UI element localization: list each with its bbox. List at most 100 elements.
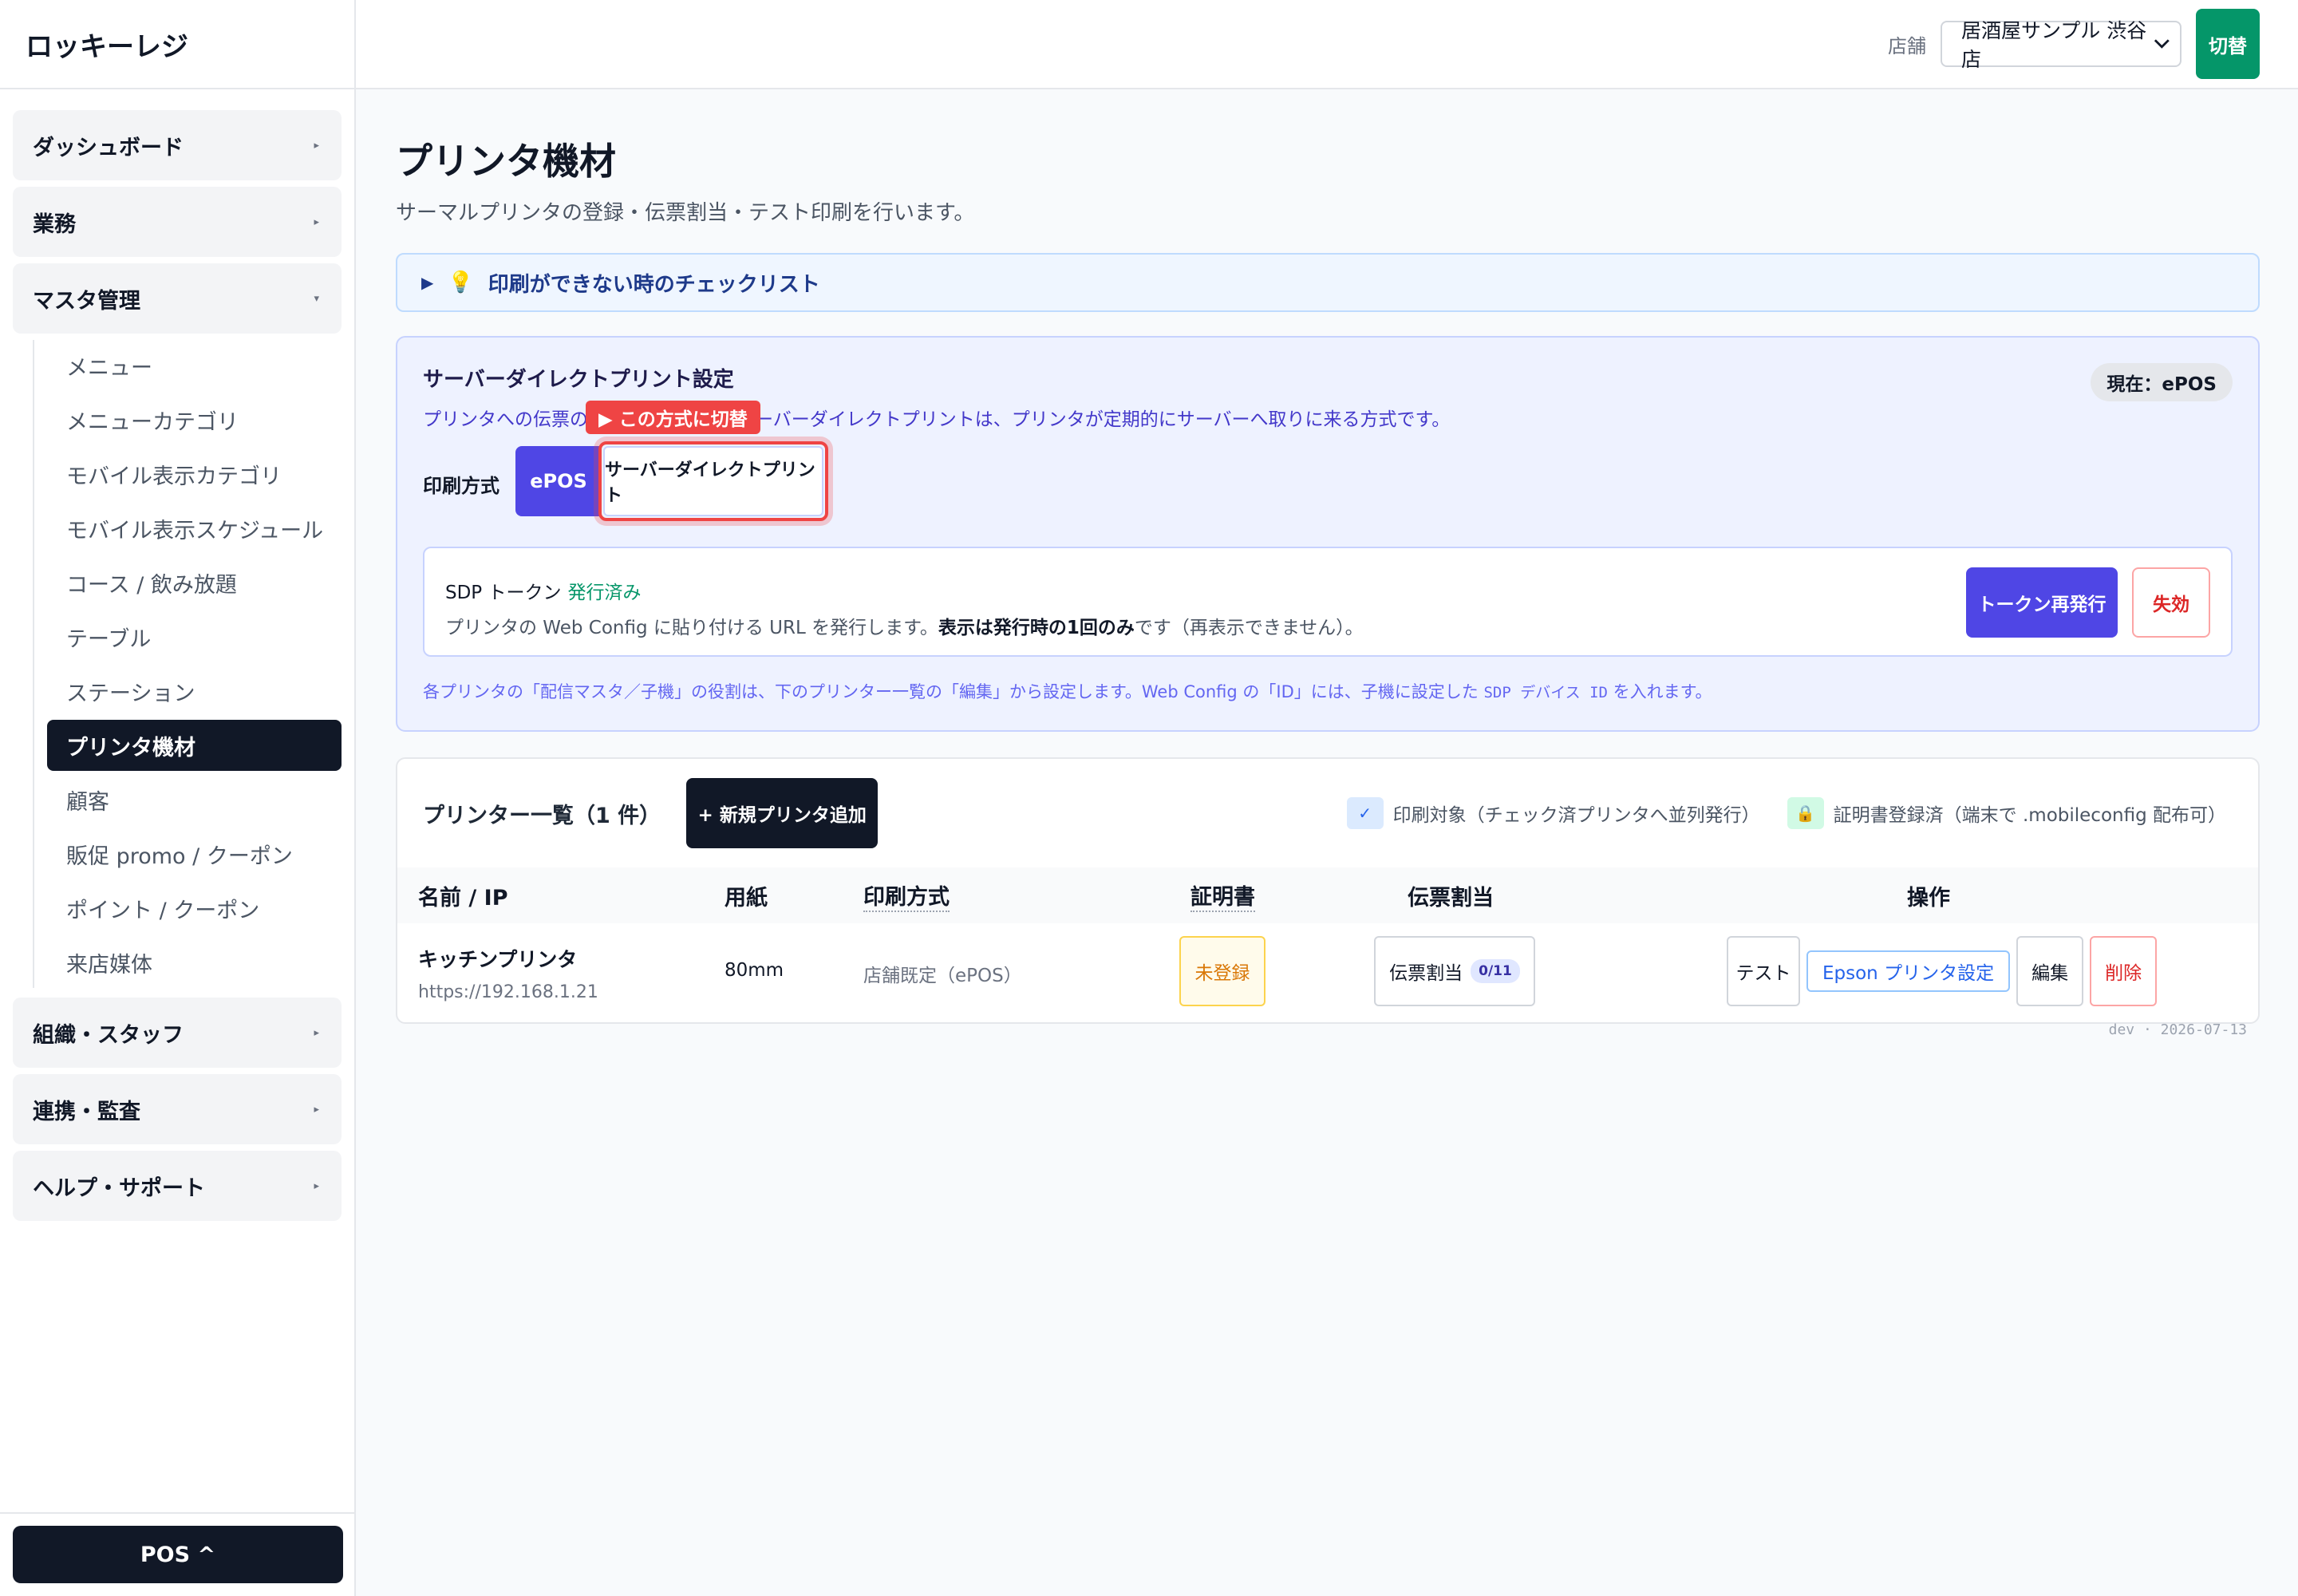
delete-button[interactable]: 削除	[2090, 936, 2158, 1006]
sidebar-item-table[interactable]: テーブル	[47, 611, 342, 662]
sdp-settings-panel: サーバーダイレクトプリント設定 プリンタへの伝票の届 ーバーダイレクトプリントは、…	[396, 336, 2260, 732]
print-method-row: 印刷方式 ePOS サーバーダイレクトプリント	[423, 441, 828, 521]
col-print-method: 印刷方式	[863, 879, 950, 912]
print-method-toggle: ePOS サーバーダイレクトプリント	[515, 441, 828, 521]
troubleshoot-checklist-toggle[interactable]: ▶ 💡 印刷ができない時のチェックリスト	[396, 253, 2260, 312]
method-epos-button[interactable]: ePOS	[515, 446, 602, 516]
sdp-note-code: SDP デバイス ID	[1483, 684, 1608, 701]
sidebar-item-menu-category[interactable]: メニューカテゴリ	[47, 394, 342, 445]
sidebar-group-label: ヘルプ・サポート	[33, 1175, 205, 1201]
col-name-ip: 名前 / IP	[418, 885, 508, 911]
sidebar-item-customer[interactable]: 顧客	[47, 774, 342, 825]
sdp-token-box: SDP トークン 発行済み プリンタの Web Config に貼り付ける URL…	[423, 547, 2233, 657]
sidebar-group-label: マスタ管理	[33, 288, 140, 314]
slip-assign-button[interactable]: 伝票割当 0/11	[1374, 936, 1535, 1006]
sidebar-item-course[interactable]: コース / 飲み放題	[47, 557, 342, 608]
lock-icon: 🔒	[1787, 797, 1824, 829]
printer-ip: https://192.168.1.21	[418, 982, 598, 1002]
sdp-note-part1: 各プリンタの「配信マスタ／子機」の役割は、下のプリンター一覧の「編集」から設定し…	[423, 682, 1484, 701]
chevron-down-icon: ▾	[314, 292, 319, 305]
sidebar-item-menu[interactable]: メニュー	[47, 340, 342, 391]
sidebar-group-integration[interactable]: 連携・監査 ▸	[13, 1074, 342, 1144]
token-status: 発行済み	[567, 583, 642, 603]
token-desc-part3: です（再表示できません）。	[1134, 618, 1364, 638]
token-reissue-button[interactable]: トークン再発行	[1966, 567, 2118, 638]
page-subtitle: サーマルプリンタの登録・伝票割当・テスト印刷を行います。	[396, 201, 975, 225]
printer-list-panel: プリンター一覧（1 件） + 新規プリンタ追加 ✓ 印刷対象（チェック済プリンタ…	[396, 757, 2260, 1024]
sidebar-group-operations[interactable]: 業務 ▸	[13, 187, 342, 257]
chevron-down-icon	[2154, 39, 2170, 49]
store-select[interactable]: 居酒屋サンプル 渋谷店	[1941, 19, 2182, 71]
sidebar-item-points[interactable]: ポイント / クーポン	[47, 883, 342, 934]
expand-triangle-icon: ▶	[421, 273, 434, 292]
sdp-note-part2: を入れます。	[1607, 682, 1712, 701]
switch-method-tooltip: ▶ この方式に切替	[586, 401, 760, 434]
chevron-right-icon: ▸	[314, 139, 319, 152]
check-icon: ✓	[1346, 797, 1384, 829]
add-printer-button[interactable]: + 新規プリンタ追加	[686, 778, 879, 848]
sdp-desc-part1: プリンタへの伝票の届	[423, 409, 606, 430]
pos-button[interactable]: POS ^	[13, 1526, 343, 1583]
sidebar-group-label: 組織・スタッフ	[33, 1022, 184, 1048]
sdp-note: 各プリンタの「配信マスタ／子機」の役割は、下のプリンター一覧の「編集」から設定し…	[423, 679, 1712, 703]
app-logo: ロッキーレジ	[0, 0, 354, 89]
version-label: dev · 2026-07-13	[2108, 1021, 2247, 1038]
token-title: SDP トークン 発行済み	[445, 577, 2210, 604]
sidebar-group-help[interactable]: ヘルプ・サポート ▸	[13, 1151, 342, 1221]
highlight-ring: サーバーダイレクトプリント	[598, 441, 828, 521]
sidebar-group-dashboard[interactable]: ダッシュボード ▸	[13, 110, 342, 180]
token-actions: トークン再発行 失効	[1966, 567, 2210, 638]
cert-cell: 未登録	[1179, 936, 1265, 1006]
token-desc-bold: 表示は発行時の1回のみ	[938, 618, 1135, 638]
printer-name: キッチンプリンタ	[418, 948, 578, 971]
sidebar-item-printer[interactable]: プリンタ機材	[47, 720, 342, 771]
col-slip-assign: 伝票割当	[1408, 885, 1494, 911]
edit-button[interactable]: 編集	[2016, 936, 2084, 1006]
pos-footer: POS ^	[0, 1512, 354, 1596]
store-switch-button[interactable]: 切替	[2196, 9, 2260, 79]
token-desc-part1: プリンタの Web Config に貼り付ける URL を発行します。	[445, 618, 938, 638]
token-title-text: SDP トークン	[445, 583, 562, 603]
chevron-right-icon: ▸	[314, 215, 319, 228]
sidebar-item-visit-media[interactable]: 来店媒体	[47, 937, 342, 988]
printer-table-header: 名前 / IP 用紙 印刷方式 証明書 伝票割当 操作	[397, 867, 2258, 923]
store-label: 店舗	[1888, 34, 1926, 57]
table-row: キッチンプリンタ https://192.168.1.21 80mm 店舗既定（…	[397, 923, 2258, 1019]
printer-method: 店舗既定（ePOS）	[863, 966, 1022, 986]
legend-cert-registered: 証明書登録済（端末で .mobileconfig 配布可）	[1833, 805, 2226, 826]
chevron-right-icon: ▸	[314, 1179, 319, 1192]
lightbulb-icon: 💡	[448, 271, 474, 294]
page-title: プリンタ機材	[396, 140, 616, 183]
chevron-right-icon: ▸	[314, 1026, 319, 1039]
print-method-label: 印刷方式	[423, 474, 499, 497]
sidebar: ロッキーレジ ダッシュボード ▸ 業務 ▸ マスタ管理 ▾ メニュー メニューカ…	[0, 0, 356, 1596]
col-actions: 操作	[1907, 885, 1950, 911]
sidebar-group-master[interactable]: マスタ管理 ▾	[13, 263, 342, 334]
sidebar-item-promo[interactable]: 販促 promo / クーポン	[47, 828, 342, 879]
test-print-button[interactable]: テスト	[1727, 936, 1800, 1006]
printer-list-header: プリンター一覧（1 件） + 新規プリンタ追加 ✓ 印刷対象（チェック済プリンタ…	[397, 759, 2258, 867]
sidebar-item-mobile-schedule[interactable]: モバイル表示スケジュール	[47, 503, 342, 554]
checklist-label: 印刷ができない時のチェックリスト	[488, 272, 820, 297]
sidebar-item-mobile-category[interactable]: モバイル表示カテゴリ	[47, 448, 342, 500]
cert-unregistered-button[interactable]: 未登録	[1179, 936, 1265, 1006]
sdp-desc-part2: ーバーダイレクトプリントは、プリンタが定期的にサーバーへ取りに来る方式です。	[755, 409, 1451, 430]
method-sdp-button[interactable]: サーバーダイレクトプリント	[603, 446, 823, 516]
col-certificate: 証明書	[1190, 879, 1255, 912]
col-paper: 用紙	[725, 885, 768, 911]
current-method-badge: 現在：ePOS	[2091, 363, 2233, 401]
sidebar-item-station[interactable]: ステーション	[47, 666, 342, 717]
sidebar-group-label: ダッシュボード	[33, 135, 184, 160]
sidebar-nav: ダッシュボード ▸ 業務 ▸ マスタ管理 ▾ メニュー メニューカテゴリ モバイ…	[0, 89, 354, 1221]
sidebar-group-label: 連携・監査	[33, 1099, 140, 1124]
printer-legend: ✓ 印刷対象（チェック済プリンタへ並列発行） 🔒 証明書登録済（端末で .mob…	[1346, 797, 2226, 829]
chevron-right-icon: ▸	[314, 1103, 319, 1116]
legend-print-target: 印刷対象（チェック済プリンタへ並列発行）	[1392, 805, 1760, 826]
printer-paper: 80mm	[725, 960, 784, 981]
store-select-value: 居酒屋サンプル 渋谷店	[1961, 19, 2147, 71]
epson-settings-button[interactable]: Epson プリンタ設定	[1806, 950, 2011, 992]
token-revoke-button[interactable]: 失効	[2132, 567, 2210, 638]
token-description: プリンタの Web Config に貼り付ける URL を発行します。表示は発行…	[445, 612, 2210, 639]
main-content: プリンタ機材 サーマルプリンタの登録・伝票割当・テスト印刷を行います。 ▶ 💡 …	[396, 89, 2260, 1024]
sidebar-group-org-staff[interactable]: 組織・スタッフ ▸	[13, 998, 342, 1068]
